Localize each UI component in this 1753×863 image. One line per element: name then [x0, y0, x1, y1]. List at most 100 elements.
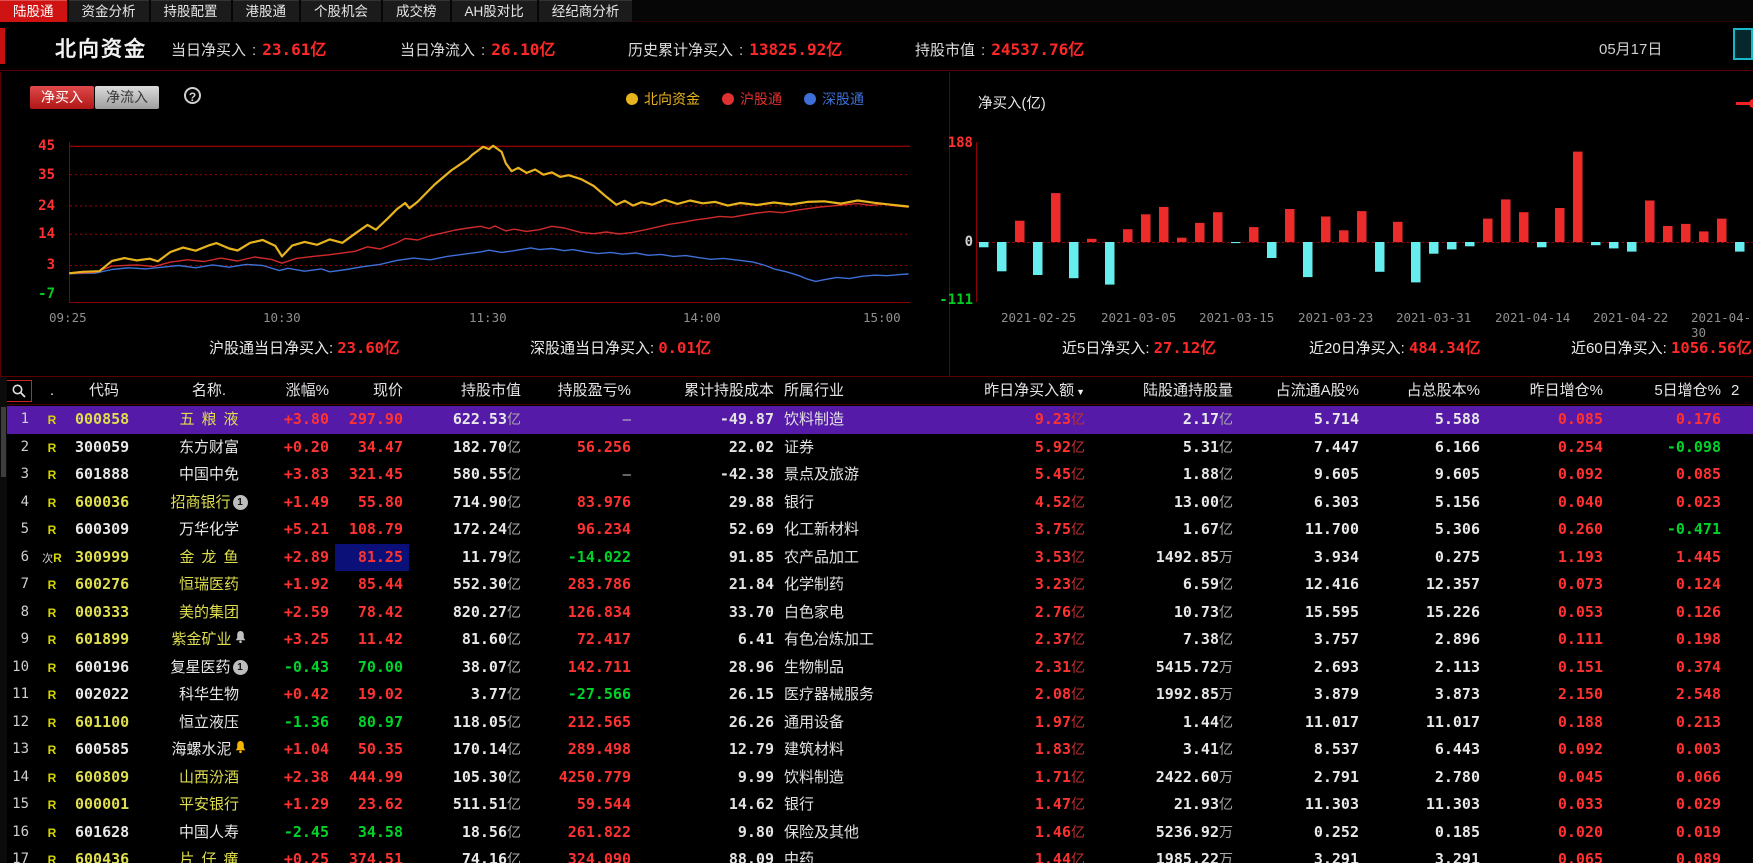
total-share-pct: 0.275	[1434, 547, 1480, 566]
table-row[interactable]: 12 R 601100 恒立液压 -1.36 80.97 118.05亿 212…	[0, 709, 1753, 737]
legend-item-0[interactable]: 北向资金	[626, 89, 700, 109]
search-icon[interactable]	[5, 380, 32, 402]
holding-value: 118.05亿	[452, 712, 521, 731]
left-summary-1: 深股通当日净买入: 0.01亿	[530, 339, 712, 357]
table-row[interactable]: 11 R 002022 科华生物 +0.42 19.02 3.77亿 -27.5…	[0, 681, 1753, 709]
legend-item-2[interactable]: 深股通	[804, 89, 864, 109]
col-header-1[interactable]: 代码	[69, 377, 139, 404]
table-row[interactable]: 1 R 000858 五粮液 +3.80 297.90 622.53亿 – -4…	[0, 406, 1753, 434]
holding-pnl-pct: 83.976	[576, 492, 631, 511]
yesterday-net-buy: 4.52亿	[1034, 492, 1085, 511]
table-row[interactable]: 7 R 600276 恒瑞医药 +1.92 85.44 552.30亿 283.…	[0, 571, 1753, 599]
tab-0[interactable]: 陆股通	[0, 0, 67, 22]
bar-chart-axis-line	[976, 142, 977, 302]
industry: 有色冶炼加工	[784, 631, 875, 648]
inc5d-pct: 0.374	[1675, 657, 1721, 676]
row-number: 15	[12, 796, 29, 812]
col-header-7[interactable]: 累计持股成本	[637, 377, 780, 404]
margin-flag: R	[47, 853, 57, 863]
col-header-0[interactable]: .	[35, 377, 69, 404]
margin-flag: R	[47, 743, 57, 757]
industry: 化工新材料	[784, 521, 860, 538]
table-row[interactable]: 6 次R 300999 金龙鱼 +2.89 81.25 11.79亿 -14.0…	[0, 543, 1753, 571]
col-header-4[interactable]: 现价	[335, 377, 409, 404]
help-icon[interactable]: ?	[184, 87, 201, 104]
col-header-13[interactable]: 昨日增仓%	[1486, 377, 1609, 404]
left-scrollbar[interactable]	[0, 377, 7, 863]
circle-1-icon: 1	[232, 660, 248, 676]
table-row[interactable]: 16 R 601628 中国人寿 -2.45 34.58 18.56亿 261.…	[0, 819, 1753, 847]
cum-holding-cost: 29.88	[728, 492, 774, 511]
total-share-pct: 5.306	[1434, 520, 1480, 538]
row-number: 17	[12, 851, 29, 863]
y-tick: 45	[38, 138, 55, 154]
col-header-11[interactable]: 占流通A股%	[1239, 377, 1365, 404]
table-row[interactable]: 17 R 600436 片仔癀 +0.25 374.51 74.16亿 324.…	[0, 846, 1753, 863]
table-row[interactable]: 5 R 600309 万华化学 +5.21 108.79 172.24亿 96.…	[0, 516, 1753, 544]
col-header-8[interactable]: 所属行业	[780, 377, 964, 404]
tab-2[interactable]: 持股配置	[150, 0, 231, 22]
holding-value: 714.90亿	[452, 492, 521, 511]
tab-5[interactable]: 成交榜	[383, 0, 450, 22]
col-header-5[interactable]: 持股市值	[409, 377, 527, 404]
col-header-15[interactable]: 2	[1727, 377, 1753, 404]
float-a-pct: 7.447	[1313, 437, 1359, 456]
industry: 医疗器械服务	[784, 686, 875, 703]
table-row[interactable]: 9 R 601899 紫金矿业 +3.25 11.42 81.60亿 72.41…	[0, 626, 1753, 654]
legend-item-1[interactable]: 沪股通	[722, 89, 782, 109]
table-row[interactable]: 13 R 600585 海螺水泥 +1.04 50.35 170.14亿 289…	[0, 736, 1753, 764]
total-share-pct: 11.303	[1425, 795, 1480, 813]
margin-flag: R	[47, 770, 57, 785]
y-tick: 24	[38, 198, 55, 214]
scrollbar-thumb[interactable]	[1, 407, 6, 477]
stat-value: 26.10亿	[491, 40, 556, 59]
col-header-3[interactable]: 涨幅%	[279, 377, 335, 404]
right-summary-0: 近5日净买入: 27.12亿	[1062, 339, 1216, 357]
yesterday-inc-pct: 0.151	[1557, 657, 1603, 676]
inc5d-pct: 0.089	[1675, 850, 1721, 863]
col-header-9[interactable]: 昨日净买入额 ▼	[964, 377, 1091, 404]
holding-value: 3.77亿	[470, 685, 521, 703]
y-tick: 35	[38, 167, 55, 183]
table-row[interactable]: 15 R 000001 平安银行 +1.29 23.62 511.51亿 59.…	[0, 791, 1753, 819]
stock-name: 中国人寿	[178, 823, 239, 841]
tab-3[interactable]: 港股通	[232, 0, 299, 22]
row-number: 11	[12, 686, 29, 702]
stat-value: 13825.92亿	[749, 40, 843, 59]
margin-flag: R	[47, 633, 57, 647]
net-buy-button[interactable]: 净买入	[30, 86, 94, 109]
change-pct: +1.29	[283, 795, 329, 813]
table-row[interactable]: 3 R 601888 中国中免 +3.83 321.45 580.55亿 – -…	[0, 461, 1753, 489]
lgt-holding-volume: 1985.22万	[1155, 850, 1233, 863]
col-header-6[interactable]: 持股盈亏%	[527, 377, 637, 404]
table-row[interactable]: 14 R 600809 山西汾酒 +2.38 444.99 105.30亿 42…	[0, 764, 1753, 792]
table-row[interactable]: 2 R 300059 东方财富 +0.20 34.47 182.70亿 56.2…	[0, 434, 1753, 462]
tab-4[interactable]: 个股机会	[301, 0, 381, 22]
price: 19.02	[357, 685, 403, 703]
y-tick: 14	[38, 226, 55, 242]
col-header-14[interactable]: 5日增仓%	[1609, 377, 1727, 404]
total-share-pct: 2.780	[1434, 767, 1480, 786]
inc5d-pct: 0.198	[1675, 630, 1721, 648]
table-row[interactable]: 4 R 600036 招商银行 1 +1.49 55.80 714.90亿 83.…	[0, 489, 1753, 517]
net-flow-button[interactable]: 净流入	[95, 86, 159, 109]
table-row[interactable]: 10 R 600196 复星医药 1 -0.43 70.00 38.07亿 142…	[0, 654, 1753, 682]
stock-code: 600585	[75, 740, 130, 758]
row-number: 6	[20, 548, 29, 565]
industry: 化学制药	[784, 576, 845, 593]
tab-6[interactable]: AH股对比	[451, 0, 537, 22]
col-header-12[interactable]: 占总股本%	[1365, 377, 1486, 404]
float-a-pct: 2.693	[1313, 657, 1359, 676]
cum-holding-cost: 14.62	[728, 795, 774, 813]
col-header-10[interactable]: 陆股通持股量	[1091, 377, 1239, 404]
yesterday-inc-pct: 0.260	[1557, 520, 1603, 538]
stock-code: 000858	[75, 410, 130, 428]
table-row[interactable]: 8 R 000333 美的集团 +2.59 78.42 820.27亿 126.…	[0, 599, 1753, 627]
inc5d-pct: 0.066	[1675, 767, 1721, 786]
float-a-pct: 3.879	[1313, 685, 1359, 703]
tab-7[interactable]: 经纪商分析	[538, 0, 633, 22]
tab-1[interactable]: 资金分析	[68, 0, 149, 22]
col-header-2[interactable]: 名称.	[139, 377, 279, 404]
calendar-button[interactable]	[1733, 28, 1753, 60]
change-pct: +1.04	[283, 740, 329, 758]
